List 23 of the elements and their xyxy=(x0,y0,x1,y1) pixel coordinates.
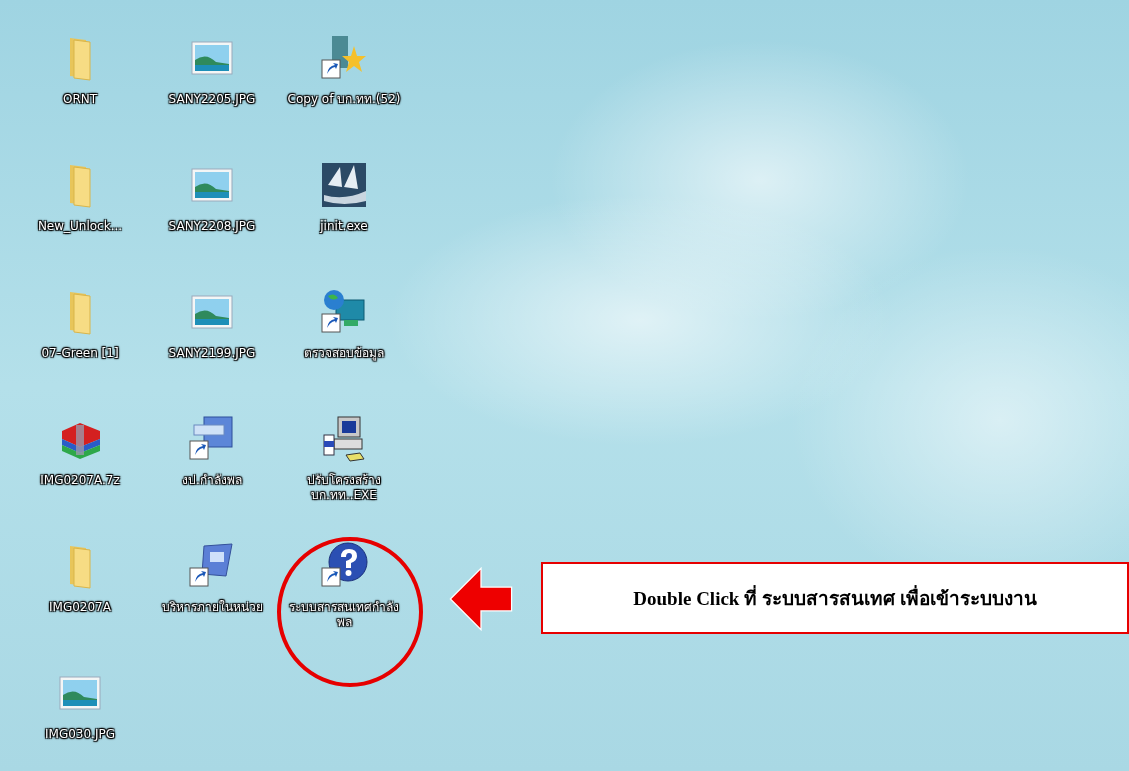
icon-label[interactable]: jinit.exe xyxy=(318,219,370,234)
star-shortcut-icon[interactable] xyxy=(320,34,368,82)
icon-label[interactable]: IMG030.JPG xyxy=(43,727,117,742)
icon-label[interactable]: ORNT xyxy=(60,92,100,107)
icon-label[interactable]: Copy of บก.ทท.(52) xyxy=(285,92,403,107)
computer-setup-icon[interactable] xyxy=(320,415,368,463)
sail-icon[interactable] xyxy=(320,161,368,209)
icon-label[interactable]: ตรวจสอบข้อมูล xyxy=(302,346,386,361)
icon-label[interactable]: New_Unlock... xyxy=(35,219,125,234)
globe-monitor-icon[interactable] xyxy=(320,288,368,336)
icon-label[interactable]: บริหารภายในหน่วย xyxy=(159,600,265,615)
icon-label[interactable]: งป.กำลังพล xyxy=(180,473,244,488)
window-shortcut-icon[interactable] xyxy=(188,542,236,590)
icon-label[interactable]: 07-Green [1] xyxy=(39,346,121,361)
icon-label[interactable]: SANY2199.JPG xyxy=(166,346,258,361)
icon-label[interactable]: IMG0207A xyxy=(47,600,113,615)
callout-text: Double Click ที่ ระบบสารสนเทศ เพื่อเข้าระบบงาน xyxy=(541,562,1129,634)
icon-label[interactable]: SANY2205.JPG xyxy=(166,92,258,107)
icon-label[interactable]: IMG0207A.7z xyxy=(38,473,122,488)
help-shortcut-icon[interactable] xyxy=(320,542,368,590)
icon-label[interactable]: SANY2208.JPG xyxy=(166,219,258,234)
icon-label[interactable]: ปรับโครงสร้าง บก.ทท..EXE xyxy=(283,473,405,503)
icon-label[interactable]: ระบบสารสนเทศกำลังพล xyxy=(283,600,405,630)
